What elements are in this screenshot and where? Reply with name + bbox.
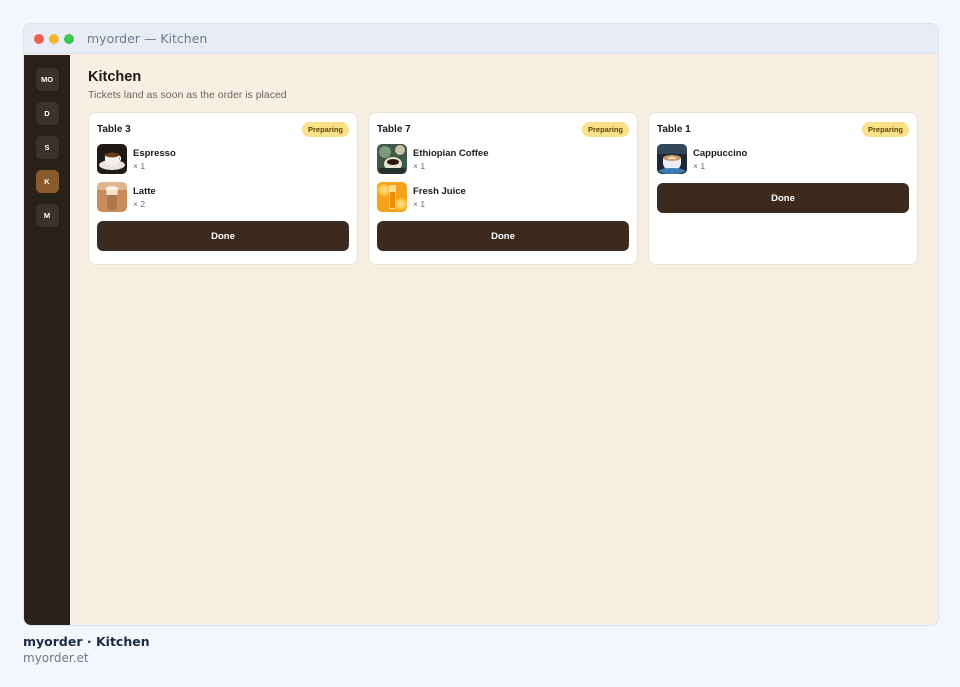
ticket-table: Table 1 [657, 123, 691, 135]
done-button[interactable]: Done [377, 221, 629, 251]
ticket-item: Fresh Juice × 1 [377, 182, 629, 212]
ethiopian-coffee-photo-icon [377, 144, 407, 174]
item-name: Latte [133, 185, 156, 197]
status-badge: Preparing [581, 121, 629, 137]
item-name: Espresso [133, 147, 176, 159]
ticket-item: Espresso × 1 [97, 144, 349, 174]
ticket-card: Table 7 Preparing Ethiopian Coffee × 1 F… [368, 112, 638, 265]
ticket-card: Table 1 Preparing Cappuccino × 1 Done [648, 112, 918, 265]
page-subtitle: Tickets land as soon as the order is pla… [88, 89, 287, 101]
ticket-card: Table 3 Preparing Espresso × 1 Latte × 2… [88, 112, 358, 265]
main-content: Kitchen Tickets land as soon as the orde… [70, 55, 938, 625]
minimize-window-button[interactable] [49, 33, 59, 44]
ticket-item: Cappuccino × 1 [657, 144, 909, 174]
app-body: MO D S K M Kitchen Tickets land as soon … [24, 55, 938, 625]
item-name: Fresh Juice [413, 185, 466, 197]
ticket-list: Table 3 Preparing Espresso × 1 Latte × 2… [88, 112, 920, 265]
window-title: myorder — Kitchen [87, 31, 208, 46]
item-qty: × 1 [133, 160, 146, 171]
ticket-header: Table 7 Preparing [377, 121, 629, 137]
item-name: Ethiopian Coffee [413, 147, 489, 159]
item-qty: × 2 [133, 198, 146, 209]
done-button[interactable]: Done [97, 221, 349, 251]
rail-item-d[interactable]: D [35, 102, 59, 125]
ticket-item: Ethiopian Coffee × 1 [377, 144, 629, 174]
caption-title: myorder · Kitchen [23, 634, 150, 649]
ticket-header: Table 3 Preparing [97, 121, 349, 137]
status-badge: Preparing [861, 121, 909, 137]
ticket-table: Table 3 [97, 123, 131, 135]
status-badge: Preparing [301, 121, 349, 137]
cappuccino-photo-icon [657, 144, 687, 174]
item-name: Cappuccino [693, 147, 748, 159]
title-bar: myorder — Kitchen [24, 24, 938, 54]
caption-url: myorder.et [23, 651, 89, 665]
close-window-button[interactable] [34, 33, 44, 44]
app-window: myorder — Kitchen MO D S K M Kitchen Tic… [23, 23, 939, 626]
item-qty: × 1 [693, 160, 706, 171]
item-qty: × 1 [413, 160, 426, 171]
fresh-juice-photo-icon [377, 182, 407, 212]
item-qty: × 1 [413, 198, 426, 209]
side-rail: MO D S K M [24, 55, 70, 625]
ticket-item: Latte × 2 [97, 182, 349, 212]
espresso-photo-icon [97, 144, 127, 174]
latte-photo-icon [97, 182, 127, 212]
maximize-window-button[interactable] [64, 33, 74, 44]
rail-item-mo[interactable]: MO [35, 68, 59, 91]
done-button[interactable]: Done [657, 183, 909, 213]
rail-item-s[interactable]: S [35, 136, 59, 159]
ticket-header: Table 1 Preparing [657, 121, 909, 137]
rail-item-m[interactable]: M [35, 204, 59, 227]
rail-item-k[interactable]: K [35, 170, 59, 193]
page-title: Kitchen [88, 69, 142, 85]
caption: myorder · Kitchen myorder.et [23, 634, 150, 665]
ticket-table: Table 7 [377, 123, 411, 135]
